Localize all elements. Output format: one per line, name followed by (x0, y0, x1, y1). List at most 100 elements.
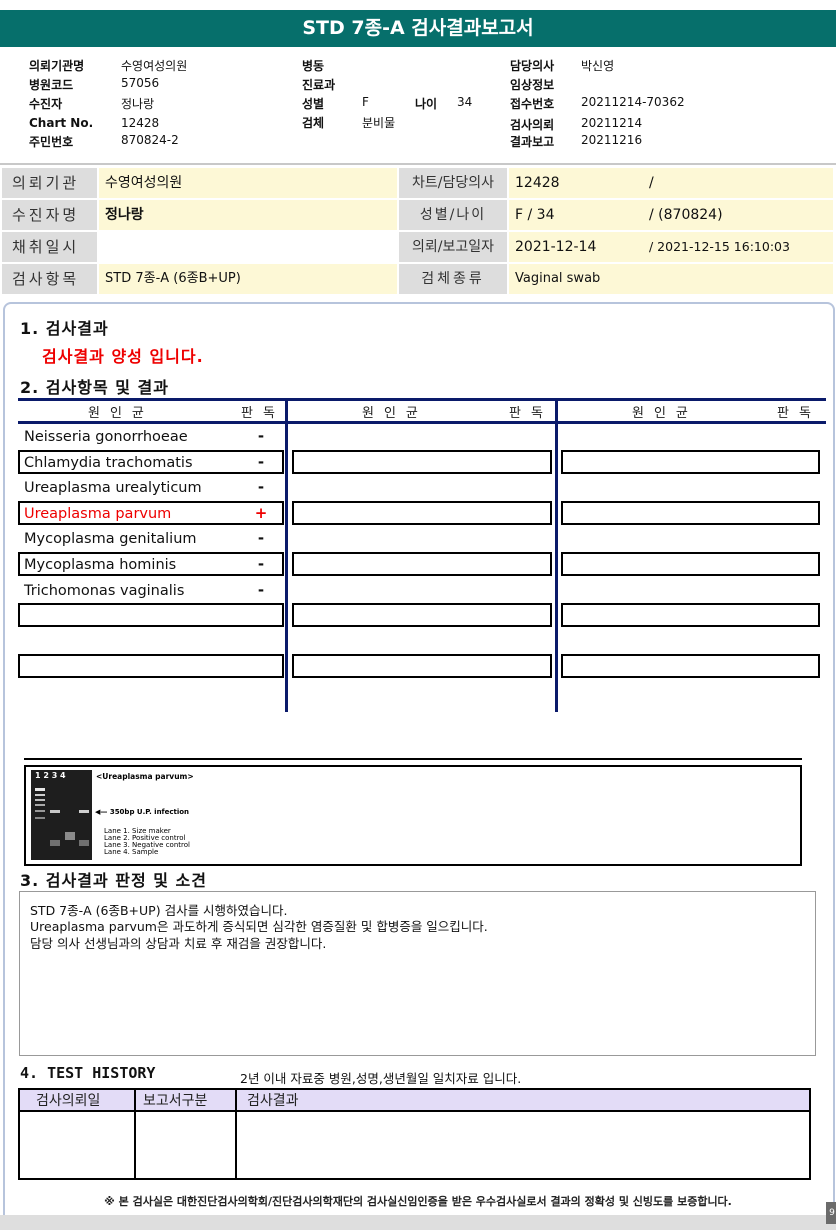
header-organism-1: 원인균 (88, 406, 154, 421)
patient-value: 정나랑 (121, 97, 155, 111)
pathogen-name-positive: Ureaplasma parvum (24, 506, 172, 522)
pathogen-result: - (257, 453, 265, 471)
request-label: 검사의뢰 (510, 118, 555, 132)
receipt-label: 접수번호 (510, 97, 555, 111)
doctor-label: 담당의사 (510, 59, 555, 73)
row-box (18, 603, 284, 627)
header-result-1: 판독 (241, 406, 285, 421)
section-4-title: 4. TEST HISTORY (20, 1064, 156, 1082)
opinion-line: 담당 의사 선생님과의 상담과 치료 후 재검을 권장합니다. (30, 936, 327, 951)
info-value-chart: 12428 / (509, 168, 833, 198)
pathogen-name: Ureaplasma urealyticum (24, 480, 202, 496)
row-box (292, 450, 552, 474)
chart-value: 12428 (121, 116, 160, 130)
column-divider-1 (285, 398, 288, 712)
patient-label: 수진자 (29, 97, 63, 111)
row-box (561, 552, 820, 576)
pathogen-result: - (257, 581, 265, 599)
doctor-slash: / (649, 175, 654, 191)
gel-lane-numbers: 1 2 3 4 (35, 771, 66, 780)
history-col-result: 검사결과 (247, 1093, 299, 1109)
receipt-value: 20211214-70362 (581, 95, 685, 109)
history-col-divider (235, 1090, 237, 1178)
birth-date: / (870824) (649, 207, 723, 223)
hospital-code-label: 병원코드 (29, 78, 74, 92)
row-box (561, 501, 820, 525)
history-col-request-date: 검사의뢰일 (36, 1093, 101, 1109)
section-3-title: 3. 검사결과 판정 및 소견 (20, 871, 207, 890)
pathogen-name: Mycoplasma genitalium (24, 531, 197, 547)
history-note: 2년 이내 자료중 병원,성명,생년월일 일치자료 입니다. (240, 1071, 522, 1086)
gel-electrophoresis-image (31, 770, 92, 860)
request-value: 20211214 (581, 116, 643, 130)
info-label-collection: 채취일시 (2, 232, 97, 262)
dept-label: 진료과 (302, 78, 336, 92)
header-organism-3: 원인균 (632, 406, 698, 421)
pathogen-name: Mycoplasma hominis (24, 557, 177, 573)
report-datetime: / 2021-12-15 16:10:03 (649, 239, 790, 254)
specimen-label: 검체 (302, 116, 325, 130)
row-box (561, 603, 820, 627)
report-date-value: 20211216 (581, 133, 643, 147)
info-value-dates: 2021-12-14 / 2021-12-15 16:10:03 (509, 232, 833, 262)
section-1-title: 1. 검사결과 (20, 319, 109, 338)
specimen-value: 분비물 (362, 116, 396, 130)
info-value-test: STD 7종-A (6종B+UP) (99, 264, 397, 294)
history-table-header (20, 1090, 809, 1112)
hospital-code-value: 57056 (121, 76, 160, 90)
age-label: 나이 (415, 97, 438, 111)
header-organism-2: 원인균 (362, 406, 428, 421)
sex-label: 성별 (302, 97, 325, 111)
info-label-specimen: 검체종류 (399, 264, 507, 294)
row-box (292, 654, 552, 678)
row-box (561, 654, 820, 678)
history-col-report-type: 보고서구분 (143, 1093, 208, 1109)
header-result-3: 판독 (777, 406, 821, 421)
row-box (561, 450, 820, 474)
pathogen-result: - (257, 555, 265, 573)
info-value-institution: 수영여성의원 (99, 168, 397, 198)
pathogen-result: - (257, 427, 265, 445)
info-label-chart: 차트/담당의사 (399, 168, 507, 198)
request-date: 2021-12-14 (515, 239, 597, 255)
column-divider-2 (555, 398, 558, 712)
header-result-2: 판독 (509, 406, 553, 421)
info-label-test: 검사항목 (2, 264, 97, 294)
row-box (18, 654, 284, 678)
gel-title: <Ureaplasma parvum> (96, 772, 194, 781)
clinical-label: 임상정보 (510, 78, 555, 92)
sex-age: F / 34 (515, 207, 555, 223)
info-label-sex-age: 성별/나이 (399, 200, 507, 230)
pathogen-name: Chlamydia trachomatis (24, 455, 193, 471)
institution-label: 의뢰기관명 (29, 59, 85, 73)
gel-band-label: ◀— 350bp U.P. infection (95, 808, 190, 816)
pathogen-name: Neisseria gonorrhoeae (24, 429, 188, 445)
pathogen-name: Trichomonas vaginalis (24, 583, 185, 599)
info-value-sex-age: F / 34 / (870824) (509, 200, 833, 230)
report-date-label: 결과보고 (510, 135, 555, 149)
row-box (292, 552, 552, 576)
doctor-value: 박신영 (581, 59, 615, 73)
viewer-bottom-strip (0, 1215, 836, 1230)
info-label-institution: 의뢰기관 (2, 168, 97, 198)
table-header-rule (18, 421, 826, 424)
sex-value: F (362, 95, 369, 109)
pathogen-result: - (257, 478, 265, 496)
table-top-rule (18, 398, 826, 401)
section-2-title: 2. 검사항목 및 결과 (20, 378, 169, 397)
info-value-specimen: Vaginal swab (509, 264, 833, 294)
ward-label: 병동 (302, 59, 325, 73)
report-title: STD 7종-A 검사결과보고서 (0, 10, 836, 47)
info-value-patient: 정나랑 (99, 200, 397, 230)
chart-number: 12428 (515, 175, 560, 191)
gel-legend-4: Lane 4. Sample (104, 848, 159, 856)
resident-label: 주민번호 (29, 135, 74, 149)
chart-label: Chart No. (29, 116, 94, 130)
page-number-badge: 9 (826, 1202, 836, 1224)
gel-top-rule (24, 758, 802, 760)
gel-bands-graphic (31, 770, 92, 860)
info-label-patient: 수진자명 (2, 200, 97, 230)
institution-value: 수영여성의원 (121, 59, 188, 73)
history-col-divider (134, 1090, 136, 1178)
info-label-dates: 의뢰/보고일자 (399, 232, 507, 262)
